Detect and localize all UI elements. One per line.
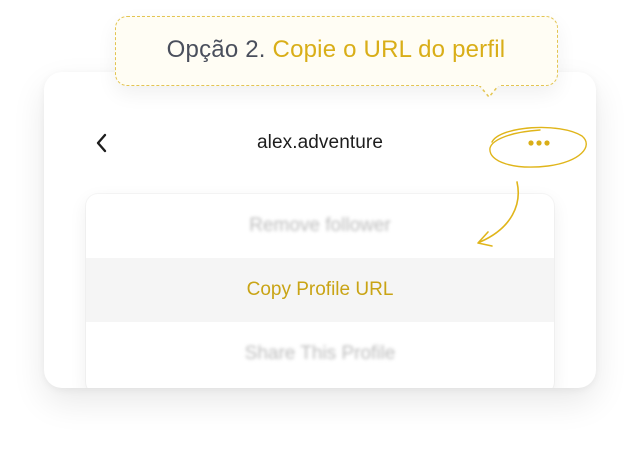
instruction-callout: Opção 2. Copie o URL do perfil <box>115 16 558 86</box>
menu-item-share-profile[interactable]: Share This Profile <box>86 322 554 386</box>
more-options-button[interactable] <box>518 126 558 160</box>
callout-instruction: Copie o URL do perfil <box>272 36 506 63</box>
profile-username: alex.adventure <box>256 132 384 153</box>
profile-screen-card: alex.adventure Remove follower Copy Prof… <box>44 72 596 388</box>
menu-item-remove-follower[interactable]: Remove follower <box>86 194 554 258</box>
more-horizontal-icon <box>528 140 550 146</box>
callout-text: Opção 2. Copie o URL do perfil <box>116 36 556 64</box>
callout-step-label: Opção 2. <box>166 36 266 63</box>
callout-pointer-icon <box>478 84 500 98</box>
tutorial-screenshot: alex.adventure Remove follower Copy Prof… <box>0 0 640 453</box>
profile-header: alex.adventure <box>44 120 596 168</box>
menu-item-copy-profile-url[interactable]: Copy Profile URL <box>86 258 554 322</box>
options-menu: Remove follower Copy Profile URL Share T… <box>86 194 554 388</box>
